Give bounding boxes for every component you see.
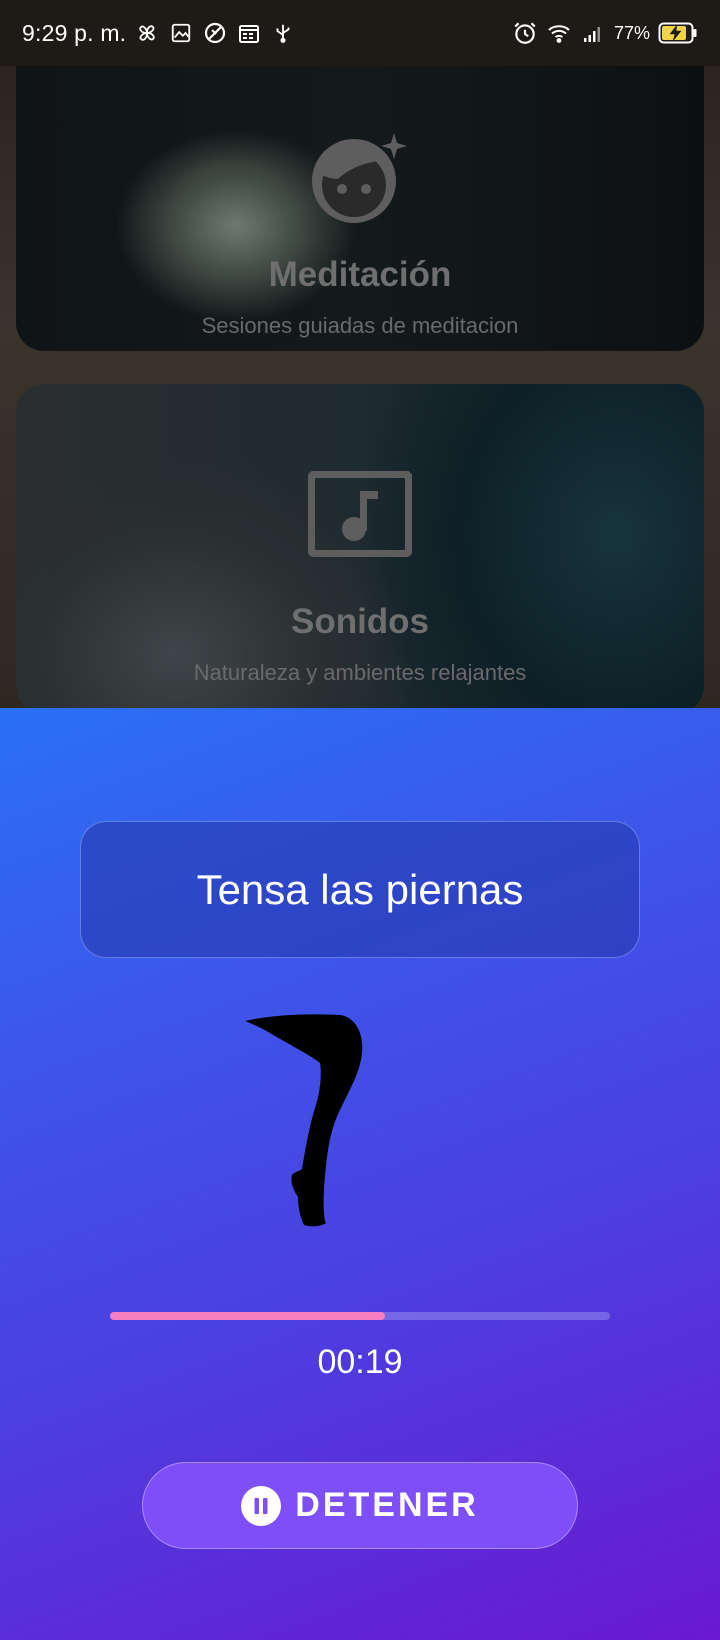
- sounds-card-title: Sonidos: [290, 602, 430, 641]
- wifi-icon: [546, 20, 572, 46]
- face-sparkle-icon: [308, 131, 412, 227]
- usb-icon: [270, 20, 296, 46]
- blocked-icon: [202, 20, 228, 46]
- leg-icon: [240, 1013, 380, 1243]
- meditation-card[interactable]: Meditación Sesiones guiadas de meditacio…: [16, 66, 704, 351]
- sounds-card[interactable]: Sonidos Naturaleza y ambientes relajante…: [16, 384, 704, 708]
- status-right: 77%: [512, 20, 698, 46]
- instruction-text: Tensa las piernas: [196, 865, 524, 913]
- meditation-card-subtitle: Sesiones guiadas de meditacion: [201, 313, 519, 338]
- stop-button[interactable]: DETENER: [142, 1462, 578, 1549]
- gallery-icon: [168, 20, 194, 46]
- exercise-panel: Tensa las piernas 00:19 DETENER: [0, 708, 720, 1640]
- pause-circle-icon: [241, 1485, 282, 1526]
- meditation-card-title: Meditación: [268, 255, 452, 294]
- calendar-icon: [236, 20, 262, 46]
- stop-button-label: DETENER: [295, 1486, 479, 1524]
- exercise-timer: 00:19: [317, 1343, 403, 1381]
- instruction-box: Tensa las piernas: [80, 821, 640, 958]
- status-bar: 9:29 p. m. 77%: [0, 0, 720, 66]
- exercise-progress-fill: [110, 1312, 385, 1320]
- battery-charging-icon: [658, 21, 698, 45]
- music-note-icon: [308, 466, 412, 562]
- status-time: 9:29 p. m.: [22, 19, 127, 46]
- sounds-card-subtitle: Naturaleza y ambientes relajantes: [193, 660, 527, 685]
- meditation-card-content: Meditación Sesiones guiadas de meditacio…: [16, 131, 704, 339]
- signal-icon: [580, 20, 606, 46]
- exercise-progress-bar: [110, 1312, 610, 1320]
- battery-percent: 77%: [613, 22, 650, 43]
- pinwheel-icon: [134, 20, 160, 46]
- sounds-card-content: Sonidos Naturaleza y ambientes relajante…: [16, 466, 704, 686]
- alarm-icon: [512, 20, 538, 46]
- status-left: 9:29 p. m.: [22, 20, 296, 47]
- card-list: Meditación Sesiones guiadas de meditacio…: [0, 66, 720, 708]
